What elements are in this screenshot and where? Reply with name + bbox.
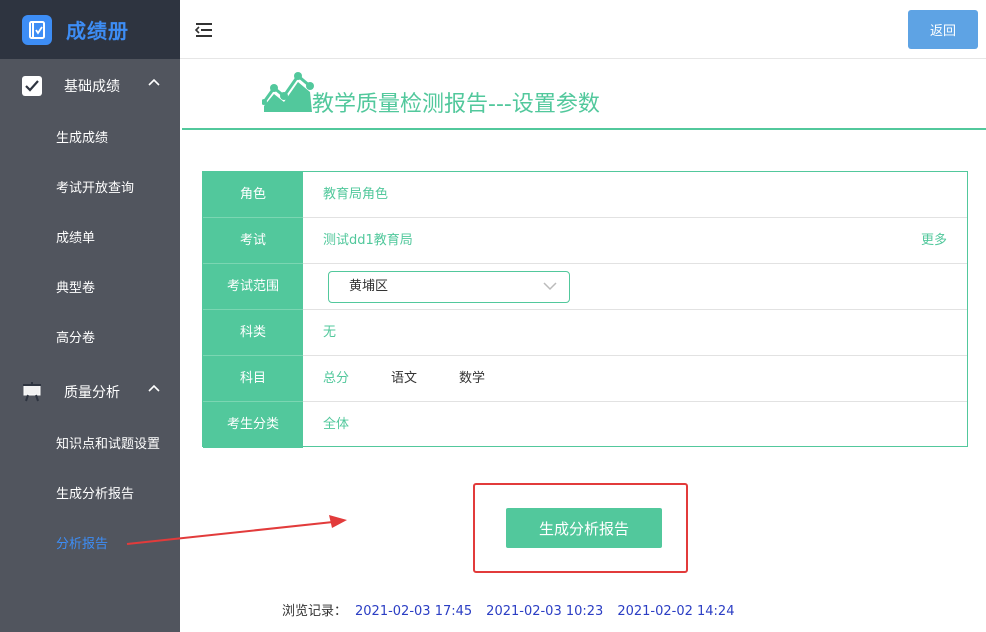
book-icon: [22, 14, 52, 45]
app-logo-text: 成绩册: [66, 19, 129, 43]
top-header: 返回: [180, 0, 986, 59]
select-value: 黄埔区: [349, 279, 389, 294]
subject-option-math[interactable]: 数学: [459, 356, 485, 402]
logo-bar: 成绩册: [0, 0, 180, 59]
chevron-down-icon: [543, 282, 557, 291]
page-title-section: 教学质量检测报告---设置参数: [182, 60, 986, 130]
back-button[interactable]: 返回: [908, 10, 978, 49]
app-window: 成绩册 基础成绩 生成成绩 考试开放查询 成绩单 典型卷 高分卷 质量分析 知识…: [0, 0, 986, 632]
menu-group-label: 基础成绩: [64, 79, 120, 95]
form-row-subject: 科目 总分 语文 数学: [203, 356, 967, 402]
menu-group-quality-analysis[interactable]: 质量分析: [0, 366, 180, 418]
sidebar-item-high-score-papers[interactable]: 高分卷: [0, 315, 180, 363]
row-label: 科目: [203, 356, 303, 402]
history-record[interactable]: 2021-02-02 14:24: [617, 604, 734, 619]
category-value: 无: [323, 325, 337, 340]
sidebar-item-generate-scores[interactable]: 生成成绩: [0, 115, 180, 163]
row-label: 考生分类: [203, 402, 303, 448]
row-label: 考试范围: [203, 264, 303, 310]
page-title: 教学质量检测报告---设置参数: [312, 92, 600, 117]
checkbox-icon: [22, 76, 42, 96]
chevron-up-icon: [148, 384, 160, 392]
parameter-form: 角色 教育局角色 考试 测试dd1教育局 更多 考试范围 黄埔区 科类 无 科目…: [202, 171, 968, 448]
row-label: 考试: [203, 218, 303, 264]
subject-option-total[interactable]: 总分: [323, 356, 349, 402]
form-row-role: 角色 教育局角色: [203, 172, 967, 218]
row-label: 科类: [203, 310, 303, 356]
sidebar-item-score-sheet[interactable]: 成绩单: [0, 215, 180, 263]
history-record[interactable]: 2021-02-03 10:23: [486, 604, 603, 619]
row-label: 角色: [203, 172, 303, 218]
presentation-board-icon: [22, 382, 42, 402]
form-row-student-category: 考生分类 全体: [203, 402, 967, 448]
history-record[interactable]: 2021-02-03 17:45: [355, 604, 472, 619]
history-label: 浏览记录：: [282, 604, 348, 619]
exam-scope-select[interactable]: 黄埔区: [328, 271, 570, 303]
sidebar-item-typical-papers[interactable]: 典型卷: [0, 265, 180, 313]
chart-line-icon: [262, 72, 314, 112]
sidebar-item-knowledge-points[interactable]: 知识点和试题设置: [0, 421, 180, 469]
chevron-up-icon: [148, 78, 160, 86]
form-row-exam-scope: 考试范围 黄埔区: [203, 264, 967, 310]
role-value: 教育局角色: [323, 187, 389, 202]
more-link[interactable]: 更多: [921, 218, 947, 264]
student-category-value: 全体: [323, 417, 350, 432]
menu-collapse-icon[interactable]: [194, 20, 214, 40]
menu-group-label: 质量分析: [64, 385, 120, 401]
form-row-category: 科类 无: [203, 310, 967, 356]
sidebar-item-exam-open-query[interactable]: 考试开放查询: [0, 165, 180, 213]
subject-option-chinese[interactable]: 语文: [391, 356, 417, 402]
generate-report-button[interactable]: 生成分析报告: [506, 508, 662, 548]
annotation-arrow: [126, 515, 347, 545]
exam-value: 测试dd1教育局: [323, 233, 413, 248]
menu-group-basic-scores[interactable]: 基础成绩: [0, 60, 180, 112]
form-row-exam: 考试 测试dd1教育局 更多: [203, 218, 967, 264]
browse-history: 浏览记录： 2021-02-03 17:45 2021-02-03 10:23 202…: [282, 600, 734, 619]
